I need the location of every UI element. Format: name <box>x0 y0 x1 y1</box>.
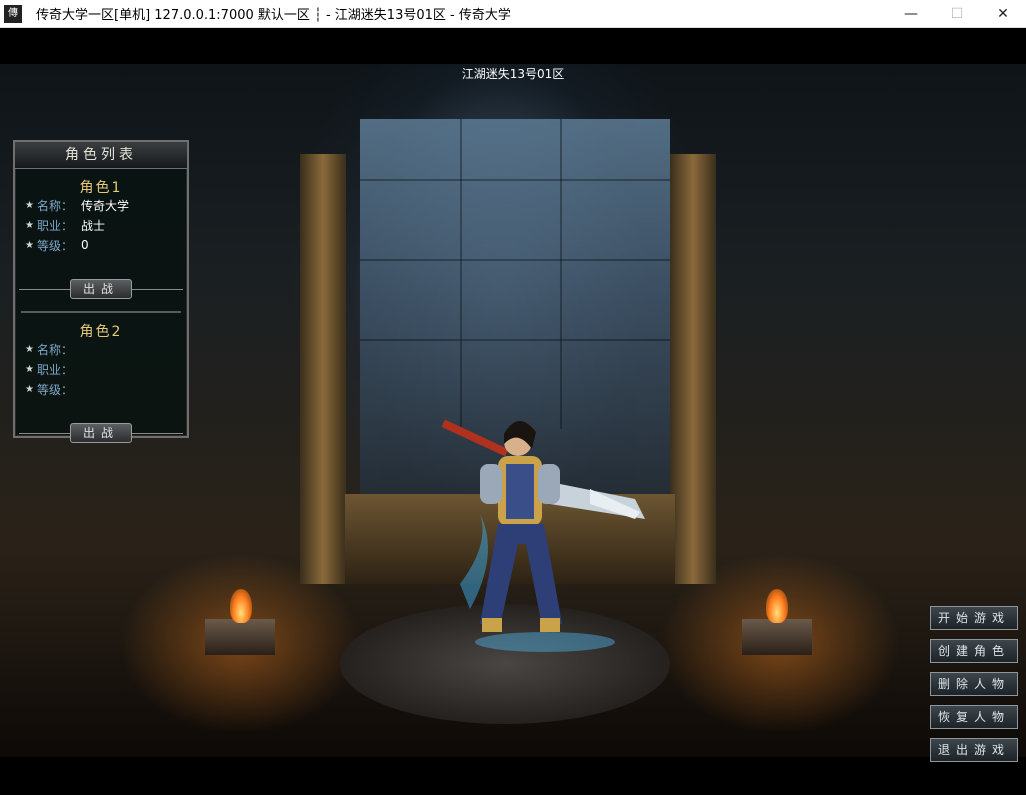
window-title: 传奇大学一区[单机] 127.0.0.1:7000 默认一区 ┆ - 江湖迷失1… <box>36 8 511 23</box>
job-row: ★ 职业： 战士 <box>25 215 187 235</box>
slot-title: 角色2 <box>79 324 123 340</box>
level-value: 0 <box>81 238 89 252</box>
name-row: ★ 名称： <box>25 339 187 359</box>
right-brazier <box>742 619 812 655</box>
left-pillar <box>300 154 346 584</box>
character-slot-1[interactable]: 角色1 ★ 名称： 传奇大学 ★ 职业： 战士 ★ 等级： 0 出战 <box>15 177 187 311</box>
job-label: 职业： <box>37 218 74 233</box>
slot-divider <box>21 311 181 313</box>
main-menu: 开始游戏 创建角色 删除人物 恢复人物 退出游戏 <box>930 606 1018 771</box>
job-label: 职业： <box>37 362 74 377</box>
character-list-panel: 角色列表 角色1 ★ 名称： 传奇大学 ★ 职业： 战士 ★ 等级： 0 出战 <box>13 140 189 443</box>
name-row: ★ 名称： 传奇大学 <box>25 195 187 215</box>
create-character-button[interactable]: 创建角色 <box>930 639 1018 663</box>
character-slot-2[interactable]: 角色2 ★ 名称： ★ 职业： ★ 等级： 出战 <box>15 321 187 455</box>
start-game-button[interactable]: 开始游戏 <box>930 606 1018 630</box>
level-label: 等级： <box>37 382 74 397</box>
level-row: ★ 等级： 0 <box>25 235 187 255</box>
window-titlebar: 傳 传奇大学一区[单机] 127.0.0.1:7000 默认一区 ┆ - 江湖迷… <box>0 0 1026 28</box>
game-viewport: 江湖迷失13号01区 角色列表 角色1 ★ 名称： 传奇大学 ★ 职业： 战士 … <box>0 28 1026 795</box>
wall-seam <box>360 259 670 261</box>
play-row: 出战 <box>19 423 183 445</box>
left-brazier <box>205 619 275 655</box>
star-icon: ★ <box>25 239 34 251</box>
window-controls: — ☐ ✕ <box>888 0 1026 27</box>
job-row: ★ 职业： <box>25 359 187 379</box>
star-icon: ★ <box>25 199 34 211</box>
star-icon: ★ <box>25 343 34 355</box>
warrior-character <box>441 419 645 652</box>
name-label: 名称： <box>37 198 74 213</box>
play-button-slot-1[interactable]: 出战 <box>70 279 132 299</box>
wall-seam <box>360 339 670 341</box>
wall-seam <box>360 179 670 181</box>
star-icon: ★ <box>25 363 34 375</box>
right-pillar <box>670 154 716 584</box>
star-icon: ★ <box>25 219 34 231</box>
level-row: ★ 等级： <box>25 379 187 399</box>
close-button[interactable]: ✕ <box>980 0 1026 27</box>
play-button-slot-2[interactable]: 出战 <box>70 423 132 443</box>
star-icon: ★ <box>25 383 34 395</box>
panel-title: 角色列表 <box>15 142 187 169</box>
delete-character-button[interactable]: 删除人物 <box>930 672 1018 696</box>
name-label: 名称： <box>37 342 74 357</box>
top-letterbox <box>0 28 1026 64</box>
minimize-button[interactable]: — <box>888 0 934 27</box>
wall-seam <box>460 119 462 429</box>
right-flame <box>766 589 788 623</box>
wall-seam <box>560 119 562 429</box>
left-flame <box>230 589 252 623</box>
level-label: 等级： <box>37 238 74 253</box>
name-value: 传奇大学 <box>81 198 130 213</box>
slot-title: 角色1 <box>79 180 123 196</box>
maximize-button: ☐ <box>950 5 964 22</box>
play-row: 出战 <box>19 279 183 301</box>
restore-character-button[interactable]: 恢复人物 <box>930 705 1018 729</box>
server-name: 江湖迷失13号01区 <box>461 67 565 81</box>
exit-game-button[interactable]: 退出游戏 <box>930 738 1018 762</box>
job-value: 战士 <box>81 218 106 233</box>
app-icon: 傳 <box>4 4 22 23</box>
bottom-letterbox <box>0 757 1026 795</box>
